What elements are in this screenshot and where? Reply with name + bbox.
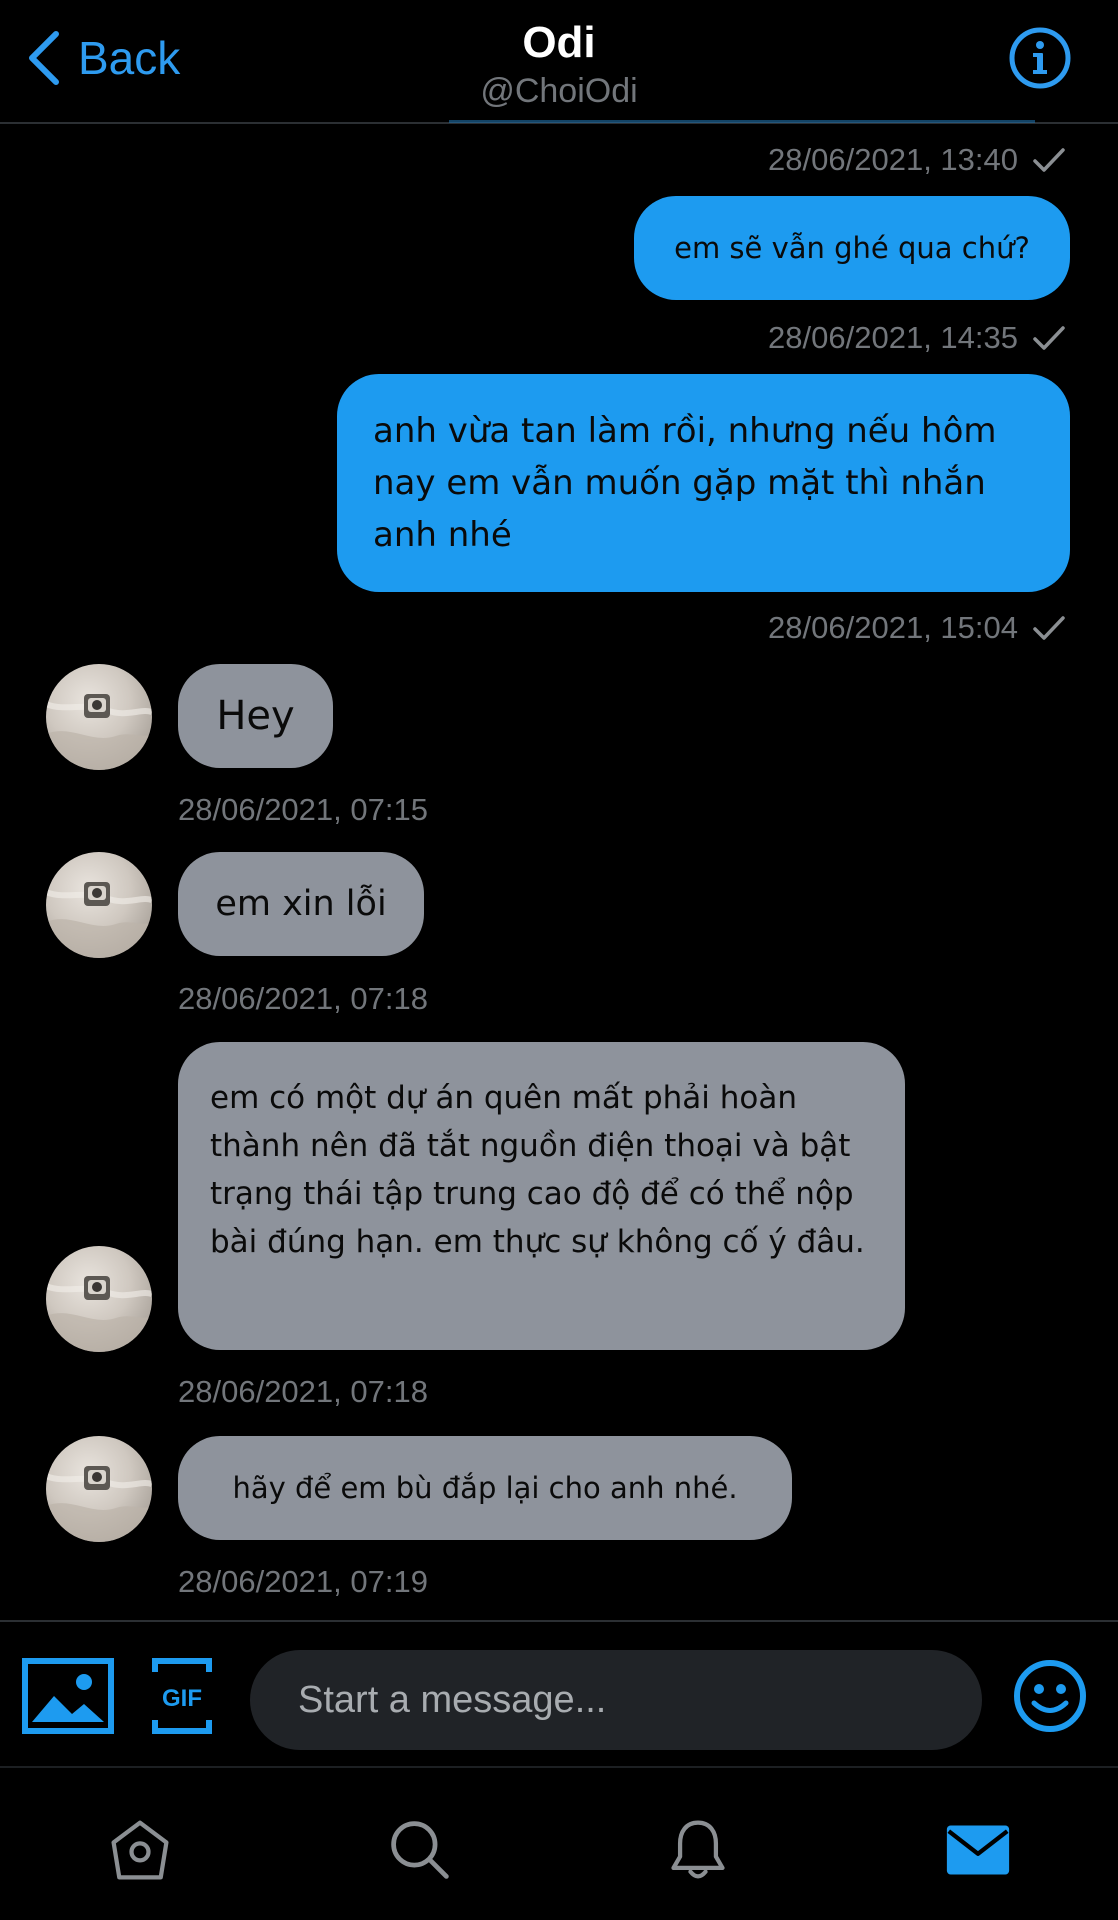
incoming-message-bubble[interactable]: Hey [178,664,333,768]
home-icon [111,1820,169,1880]
timestamp-text: 28/06/2021, 14:35 [768,320,1018,355]
timestamp-text: 28/06/2021, 07:18 [178,981,428,1016]
message-timestamp: 28/06/2021, 07:19 [178,1564,428,1600]
back-label: Back [78,32,181,84]
timestamp-text: 28/06/2021, 13:40 [768,142,1018,177]
message-text: anh vừa tan làm rồi, nhưng nếu hôm nay e… [373,411,997,555]
incoming-message-bubble[interactable]: hãy để em bù đắp lại cho anh nhé. [178,1436,792,1540]
tab-notifications[interactable] [658,1810,738,1890]
back-button[interactable]: Back [24,28,180,88]
message-text: hãy để em bù đắp lại cho anh nhé. [232,1471,738,1505]
outgoing-message-bubble[interactable]: em sẽ vẫn ghé qua chứ? [634,196,1070,300]
message-text: em sẽ vẫn ghé qua chứ? [674,231,1030,265]
checkmark-icon [1033,326,1065,350]
checkmark-icon [1033,616,1065,640]
conversation-handle: @ChoiOdi [480,72,638,110]
outgoing-message-bubble[interactable]: anh vừa tan làm rồi, nhưng nếu hôm nay e… [337,374,1070,592]
info-button[interactable] [1008,26,1072,90]
search-icon [391,1821,449,1879]
message-timestamp: 28/06/2021, 07:18 [178,1374,428,1410]
message-timestamp: 28/06/2021, 07:18 [178,981,428,1017]
conversation-title: Odi [522,18,596,67]
image-icon [22,1658,114,1734]
info-circle-icon [1009,27,1071,89]
bottom-tab-bar [0,1770,1118,1920]
message-text: Hey [216,693,295,739]
message-text: em xin lỗi [215,884,387,924]
tab-home[interactable] [100,1810,180,1890]
emoji-button[interactable] [1012,1658,1088,1738]
timestamp-text: 28/06/2021, 07:19 [178,1564,428,1599]
avatar[interactable] [46,1246,152,1352]
message-timestamp: 28/06/2021, 13:40 [768,142,1066,178]
avatar[interactable] [46,852,152,958]
svg-text:GIF: GIF [162,1685,202,1712]
message-input[interactable] [250,1650,982,1750]
gif-icon: GIF [152,1658,212,1734]
checkmark-icon [1033,148,1065,172]
avatar-photo [46,694,152,770]
tab-messages[interactable] [938,1810,1018,1890]
avatar[interactable] [46,664,152,770]
avatar[interactable] [46,1436,152,1542]
conversation-header: Back Odi @ChoiOdi [0,0,1118,124]
message-text: em có một dự án quên mất phải hoàn thành… [210,1080,865,1260]
message-composer: GIF [0,1620,1118,1768]
avatar-photo [46,882,152,958]
emoji-smile-icon [1014,1660,1086,1732]
incoming-message-bubble[interactable]: em xin lỗi [178,852,424,956]
message-timestamp: 28/06/2021, 14:35 [768,320,1066,356]
avatar-photo [46,1276,152,1352]
message-timestamp: 28/06/2021, 07:15 [178,792,428,828]
timestamp-text: 28/06/2021, 15:04 [768,610,1018,645]
add-gif-button[interactable]: GIF [152,1658,212,1738]
tab-search[interactable] [380,1810,460,1890]
add-image-button[interactable] [22,1658,114,1738]
message-timestamp: 28/06/2021, 15:04 [768,610,1066,646]
notifications-bell-icon [671,1820,725,1879]
conversation-title-block[interactable]: Odi @ChoiOdi [359,18,759,114]
timestamp-text: 28/06/2021, 07:15 [178,792,428,827]
header-divider [449,120,1035,123]
messages-envelope-icon [946,1825,1010,1875]
timestamp-text: 28/06/2021, 07:18 [178,1374,428,1409]
chevron-left-icon [29,31,59,85]
incoming-message-bubble[interactable]: em có một dự án quên mất phải hoàn thành… [178,1042,905,1350]
avatar-photo [46,1466,152,1542]
